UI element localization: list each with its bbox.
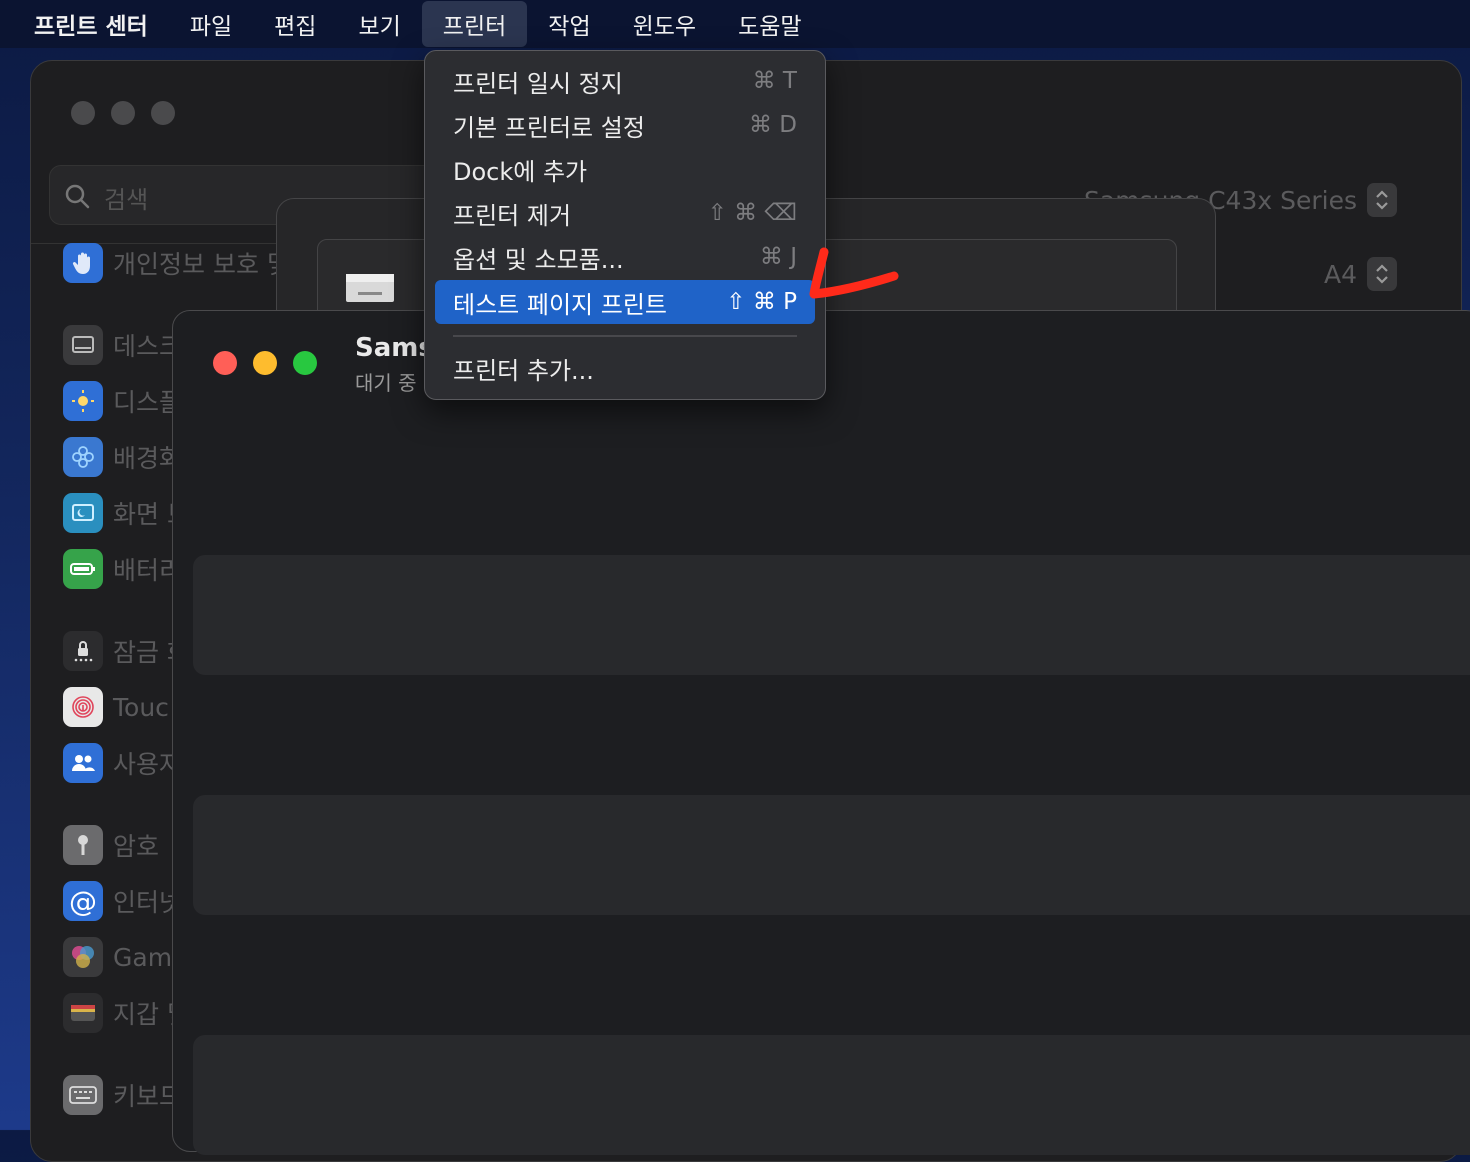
menu-item-label: 프린터 추가... bbox=[453, 356, 594, 385]
wallet-icon bbox=[63, 993, 103, 1033]
menu-bar: 프린트 센터 파일 편집 보기 프린터 작업 윈도우 도움말 bbox=[0, 0, 1470, 48]
screensaver-icon bbox=[63, 493, 103, 533]
sidebar-item-internet-accounts[interactable]: @ 인터넷 bbox=[63, 881, 182, 921]
sidebar-item-keyboard[interactable]: 키보드 bbox=[63, 1075, 182, 1115]
menu-item-add-to-dock[interactable]: Dock에 추가 bbox=[435, 147, 815, 191]
settings-traffic-lights bbox=[71, 101, 175, 125]
queue-traffic-lights bbox=[213, 351, 317, 375]
sidebar-item-label: Touc bbox=[113, 692, 169, 722]
menu-item-label: 프린터 제거 bbox=[453, 201, 572, 230]
close-button[interactable] bbox=[213, 351, 237, 375]
chevron-updown-icon bbox=[1367, 183, 1397, 217]
battery-icon bbox=[63, 549, 103, 589]
menu-item-label: 프린터 일시 정지 bbox=[453, 69, 623, 98]
flower-icon bbox=[63, 437, 103, 477]
sidebar-item-privacy[interactable]: 개인정보 보호 및 bbox=[63, 243, 290, 283]
menu-printer[interactable]: 프린터 bbox=[421, 1, 528, 47]
game-center-icon bbox=[63, 937, 103, 977]
menu-item-label: 기본 프린터로 설정 bbox=[453, 113, 645, 142]
menu-help[interactable]: 도움말 bbox=[717, 0, 822, 48]
users-icon bbox=[63, 743, 103, 783]
menu-edit[interactable]: 편집 bbox=[253, 0, 337, 48]
minimize-button[interactable] bbox=[253, 351, 277, 375]
sidebar-item-passwords[interactable]: 암호 bbox=[63, 825, 159, 865]
queue-status: 대기 중 bbox=[355, 371, 417, 395]
queue-row bbox=[193, 1035, 1470, 1155]
menu-job[interactable]: 작업 bbox=[527, 0, 611, 48]
shortcut-label: ⇧ ⌘ ⌫ bbox=[707, 200, 797, 226]
menu-file[interactable]: 파일 bbox=[169, 0, 253, 48]
at-icon: @ bbox=[63, 881, 103, 921]
minimize-button[interactable] bbox=[111, 101, 135, 125]
paper-size-popup[interactable]: A4 bbox=[1324, 257, 1397, 291]
menu-item-options-supplies[interactable]: 옵션 및 소모품... ⌘ J bbox=[435, 235, 815, 279]
close-button[interactable] bbox=[71, 101, 95, 125]
sidebar-item-battery[interactable]: 배터리 bbox=[63, 549, 182, 589]
menu-item-print-test-page[interactable]: 테스트 페이지 프린트 ⇧ ⌘ P bbox=[435, 280, 815, 324]
printer-menu-dropdown: 프린터 일시 정지 ⌘ T 기본 프린터로 설정 ⌘ D Dock에 추가 프린… bbox=[424, 50, 826, 400]
menu-item-label: 옵션 및 소모품... bbox=[453, 245, 624, 274]
lock-icon bbox=[63, 631, 103, 671]
zoom-button[interactable] bbox=[151, 101, 175, 125]
sidebar-item-label: 암호 bbox=[113, 832, 160, 861]
printer-icon bbox=[346, 274, 394, 302]
menu-window[interactable]: 윈도우 bbox=[612, 0, 717, 48]
sidebar-item-display[interactable]: 디스플 bbox=[63, 381, 182, 421]
printer-queue-window: Sams 대기 중 bbox=[172, 310, 1470, 1155]
queue-title: Sams bbox=[355, 333, 434, 363]
menu-separator bbox=[453, 335, 797, 337]
sidebar-item-game-center[interactable]: Game bbox=[63, 937, 187, 977]
menu-app-name[interactable]: 프린트 센터 bbox=[0, 0, 169, 48]
shortcut-label: ⌘ J bbox=[759, 244, 797, 270]
sidebar-item-screensaver[interactable]: 화면 보 bbox=[63, 493, 190, 533]
queue-row bbox=[193, 555, 1470, 675]
menu-item-remove-printer[interactable]: 프린터 제거 ⇧ ⌘ ⌫ bbox=[435, 191, 815, 235]
shortcut-label: ⇧ ⌘ P bbox=[726, 289, 797, 315]
menu-item-label: 테스트 페이지 프린트 bbox=[453, 290, 667, 319]
sidebar-item-label: 개인정보 보호 및 bbox=[113, 250, 290, 279]
menu-view[interactable]: 보기 bbox=[337, 0, 421, 48]
sidebar-item-wallpaper[interactable]: 배경화 bbox=[63, 437, 182, 477]
queue-row bbox=[193, 795, 1470, 915]
menu-item-label: Dock에 추가 bbox=[453, 157, 588, 186]
search-placeholder: 검색 bbox=[104, 186, 149, 214]
chevron-updown-icon bbox=[1367, 257, 1397, 291]
keyboard-icon bbox=[63, 1075, 103, 1115]
sidebar-item-touchid[interactable]: Touc bbox=[63, 687, 169, 727]
search-icon bbox=[65, 184, 90, 209]
shortcut-label: ⌘ T bbox=[752, 68, 797, 94]
desktop-icon bbox=[63, 325, 103, 365]
menu-item-pause-printer[interactable]: 프린터 일시 정지 ⌘ T bbox=[435, 59, 815, 103]
sidebar-item-users[interactable]: 사용자 bbox=[63, 743, 182, 783]
shortcut-label: ⌘ D bbox=[748, 112, 797, 138]
zoom-button[interactable] bbox=[293, 351, 317, 375]
key-icon bbox=[63, 825, 103, 865]
paper-size-value: A4 bbox=[1323, 259, 1357, 289]
menu-item-add-printer[interactable]: 프린터 추가... bbox=[435, 346, 815, 390]
sidebar-item-wallet[interactable]: 지갑 및 bbox=[63, 993, 190, 1033]
sidebar-item-lockscreen[interactable]: 잠금 화 bbox=[63, 631, 190, 671]
fingerprint-icon bbox=[63, 687, 103, 727]
menu-item-set-default[interactable]: 기본 프린터로 설정 ⌘ D bbox=[435, 103, 815, 147]
hand-icon bbox=[63, 243, 103, 283]
checkmark-annotation-icon bbox=[809, 247, 899, 299]
brightness-icon bbox=[63, 381, 103, 421]
sidebar-item-desktop[interactable]: 데스크 bbox=[63, 325, 182, 365]
